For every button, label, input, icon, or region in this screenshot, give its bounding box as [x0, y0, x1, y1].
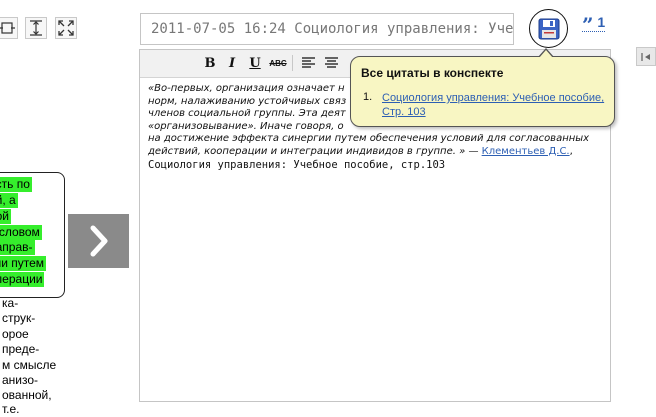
author-link[interactable]: Клементьев Д.С. — [482, 146, 570, 157]
quotes-count: 1 — [597, 14, 606, 30]
highlight-line: ной — [0, 209, 12, 224]
align-center-button[interactable] — [322, 54, 340, 72]
popup-title: Все цитаты в конспекте — [361, 66, 504, 80]
toolbar-separator — [292, 55, 293, 71]
highlight-line: я словом — [0, 225, 42, 240]
highlight-line: ей, а — [0, 193, 18, 208]
highlight-line: ость по — [0, 177, 32, 192]
strikethrough-button[interactable]: ABC — [269, 54, 287, 72]
align-left-icon — [301, 57, 315, 68]
floppy-disk-icon — [538, 18, 559, 39]
text-line: струк- — [2, 311, 36, 325]
collapse-panel-button[interactable] — [636, 47, 656, 66]
author-separator: , — [569, 145, 573, 157]
next-page-button[interactable] — [68, 214, 129, 268]
quote-mark-icon: ” — [582, 13, 594, 37]
highlight-line: операции — [0, 272, 45, 287]
save-button[interactable] — [529, 9, 568, 48]
highlighted-fragment[interactable]: ость по ей, а ной я словом направ- тии п… — [0, 172, 65, 298]
text-line: орое — [2, 327, 29, 341]
source-reference: Социология управления: Учебное пособие, … — [148, 158, 446, 171]
book-page-excerpt: ость по ей, а ной я словом направ- тии п… — [0, 0, 66, 417]
text-line: преде- — [2, 342, 40, 356]
underline-button[interactable]: U — [246, 54, 264, 72]
quote-line: действий, кооперации и интеграции индиви… — [148, 145, 482, 157]
highlight-line: тии путем — [0, 256, 47, 271]
text-line: т.е. — [2, 402, 20, 416]
text-line: ованной, — [2, 388, 52, 402]
collapse-left-icon — [641, 52, 650, 61]
note-title-input[interactable]: 2011-07-05 16:24 Социология управления: … — [140, 13, 514, 45]
quote-line: на достижение эффекта синергии путем обе… — [148, 133, 590, 145]
align-center-icon — [324, 57, 338, 68]
bold-button[interactable]: B — [201, 54, 219, 72]
text-line: ка- — [2, 296, 19, 310]
highlight-line: направ- — [0, 240, 35, 255]
text-line: анизо- — [2, 373, 39, 387]
align-left-button[interactable] — [299, 54, 317, 72]
text-line: м смысле — [2, 358, 57, 372]
chevron-right-icon — [90, 225, 107, 257]
popup-caret-fill — [539, 50, 553, 58]
popup-item-number: 1. — [363, 91, 373, 103]
quotes-popup: Все цитаты в конспекте 1. Социология упр… — [350, 48, 615, 127]
italic-button[interactable]: I — [223, 54, 241, 72]
popup-quote-link[interactable]: Социология управления: Учебное пособие, … — [382, 91, 612, 119]
quotes-count-link[interactable]: ” 1 — [582, 13, 606, 35]
